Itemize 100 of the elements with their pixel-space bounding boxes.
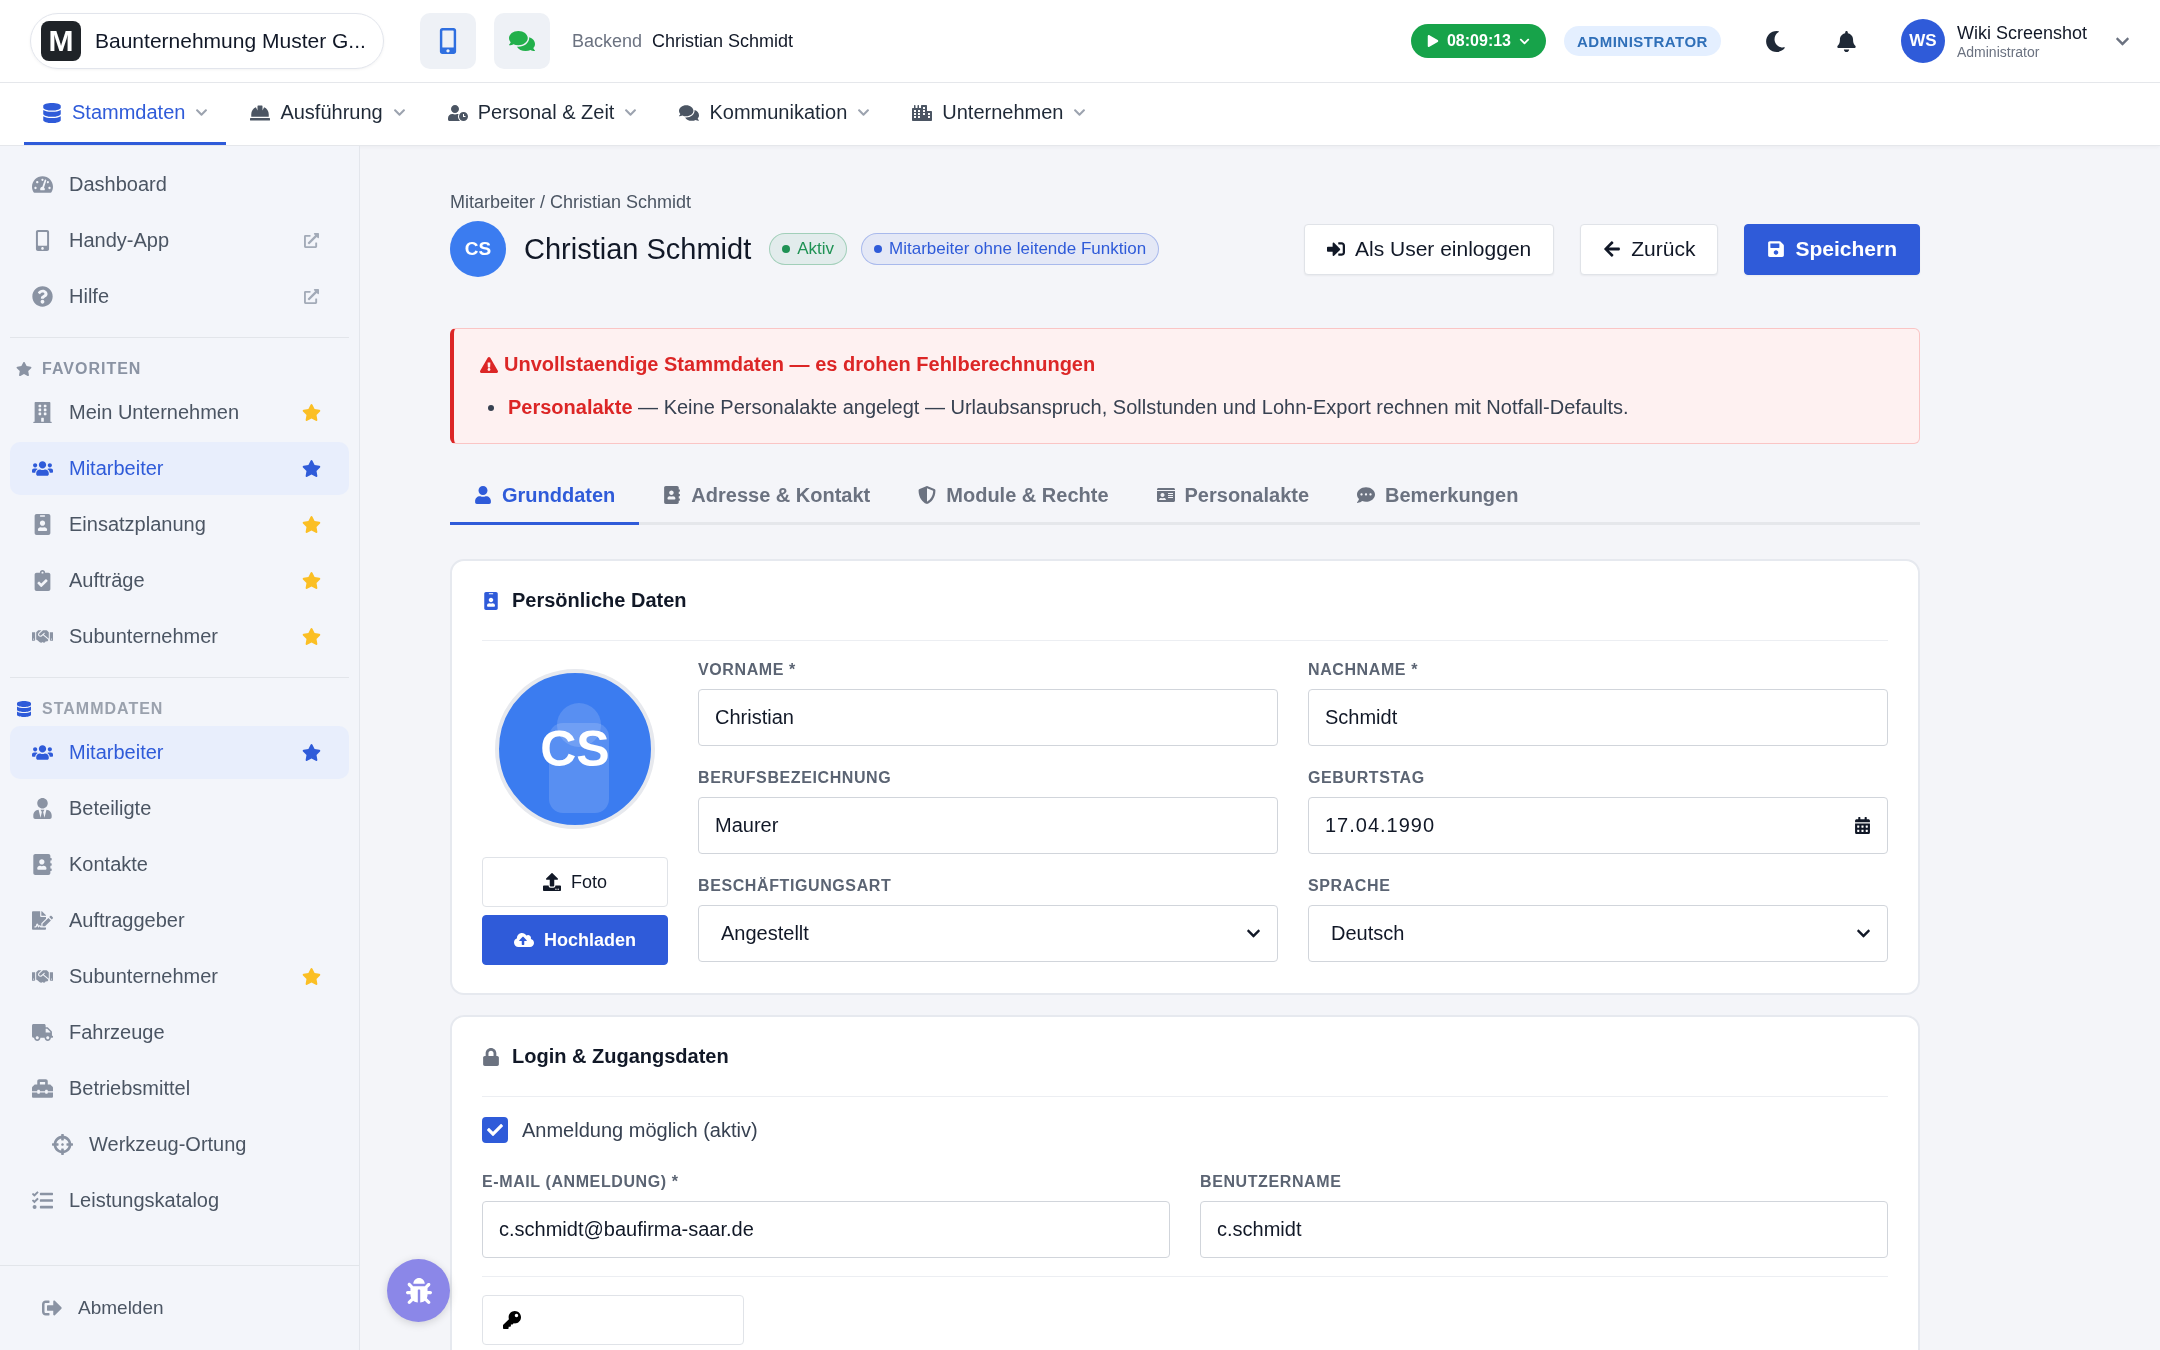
speech-bubble-icon	[1357, 486, 1376, 504]
shield-icon	[918, 486, 937, 504]
nav-tab[interactable]: Unternehmen	[894, 83, 1105, 145]
back-button[interactable]: Zurück	[1580, 223, 1719, 275]
star-icon[interactable]	[302, 459, 321, 478]
user-avatar[interactable]: WS	[1900, 19, 1945, 63]
sidebar-item[interactable]: Handy-App	[10, 214, 349, 267]
sidebar-item[interactable]: Hilfe	[10, 270, 349, 323]
field-label: GEBURTSTAG	[1308, 769, 1426, 787]
sidebar-item[interactable]: Mitarbeiter	[10, 726, 349, 779]
gauge-icon	[32, 174, 53, 195]
field-label: BERUFSBEZEICHNUNG	[698, 769, 893, 787]
chevron-down-icon	[195, 106, 209, 119]
card-title: Persönliche Daten	[512, 589, 687, 612]
chevron-down-icon	[624, 106, 638, 119]
star-icon[interactable]	[302, 403, 321, 422]
star-icon	[16, 361, 32, 377]
sidebar-item[interactable]: Subunternehmer	[10, 950, 349, 1003]
save-icon	[1767, 240, 1786, 258]
check-icon	[487, 1122, 503, 1138]
bug-report-button[interactable]	[387, 1259, 450, 1322]
users-icon	[32, 742, 53, 763]
input-field[interactable]: c.schmidt	[1200, 1201, 1888, 1258]
chat-button[interactable]	[494, 13, 550, 69]
sidebar-item[interactable]: Mein Unternehmen	[10, 386, 349, 439]
alert-message: Personalakte — Keine Personalakte angelegt — Urlaubsanspruch, Sollstunden und Lohn-Export rechnen mit Notfall-Defaults.	[508, 396, 1629, 419]
status-badge: Mitarbeiter ohne leitende Funktion	[861, 233, 1160, 265]
star-icon[interactable]	[302, 743, 321, 762]
input-field[interactable]: c.schmidt@baufirma-saar.de	[482, 1201, 1170, 1258]
checkbox[interactable]	[482, 1117, 508, 1143]
cloud-upload-icon	[514, 930, 534, 950]
sidebar-item[interactable]: Subunternehmer	[10, 610, 349, 663]
input-field[interactable]: Schmidt	[1308, 689, 1888, 746]
chevron-down-icon	[857, 106, 871, 119]
login-as-user-button[interactable]: Als User einloggen	[1304, 223, 1555, 275]
upload-button[interactable]: Hochladen	[482, 915, 668, 965]
mobile-app-button[interactable]	[420, 13, 476, 69]
tab[interactable]: Personalakte	[1132, 468, 1334, 525]
help-icon	[32, 286, 53, 307]
toolbox-icon	[32, 1078, 53, 1099]
database-icon	[42, 102, 62, 123]
save-button[interactable]: Speichern	[1744, 223, 1920, 275]
tab[interactable]: Module & Rechte	[894, 468, 1133, 525]
nav-tab[interactable]: Kommunikation	[661, 83, 889, 145]
field-label: VORNAME *	[698, 661, 797, 679]
tab[interactable]: Grunddaten	[450, 468, 640, 525]
sidebar-item[interactable]: Kontakte	[10, 838, 349, 891]
sidebar-item[interactable]: Beteiligte	[10, 782, 349, 835]
tab[interactable]: Bemerkungen	[1333, 468, 1543, 525]
sidebar-item[interactable]: Einsatzplanung	[10, 498, 349, 551]
photo-button[interactable]: Foto	[482, 857, 668, 907]
field-label: E-MAIL (ANMELDUNG) *	[482, 1173, 680, 1191]
select-field[interactable]: Angestellt	[698, 905, 1278, 962]
input-field[interactable]: Maurer	[698, 797, 1278, 854]
sidebar-item[interactable]: Betriebsmittel	[10, 1062, 349, 1115]
date-field[interactable]: 17.04.1990	[1308, 797, 1888, 854]
buildings-icon	[912, 102, 933, 123]
logo: M	[41, 21, 81, 61]
contact-card-icon	[32, 854, 53, 875]
sidebar-item[interactable]: Werkzeug-Ortung	[10, 1118, 349, 1171]
bullet	[488, 404, 494, 411]
breadcrumb: Mitarbeiter / Christian Schmidt	[450, 192, 693, 213]
sidebar-item[interactable]: Dashboard	[10, 158, 349, 211]
sidebar-item[interactable]: Auftraggeber	[10, 894, 349, 947]
star-icon[interactable]	[302, 571, 321, 590]
field-label: NACHNAME *	[1308, 661, 1419, 679]
chevron-down-icon	[392, 106, 406, 119]
star-icon[interactable]	[302, 515, 321, 534]
warning-icon	[480, 355, 498, 374]
user-name: Wiki Screenshot	[1956, 22, 2087, 44]
bug-icon	[405, 1277, 432, 1304]
sign-out-icon	[42, 1298, 62, 1318]
logout-link[interactable]: Abmelden	[42, 1297, 164, 1319]
nav-tab[interactable]: Ausführung	[232, 83, 424, 145]
chat-icon	[509, 28, 535, 54]
sidebar-item[interactable]: Fahrzeuge	[10, 1006, 349, 1059]
calendar-icon[interactable]	[1854, 817, 1871, 834]
sign-in-icon	[1327, 240, 1345, 258]
sidebar-item[interactable]: Leistungskatalog	[10, 1174, 349, 1227]
star-icon[interactable]	[302, 627, 321, 646]
status-badge: Aktiv	[769, 233, 848, 265]
database-icon	[16, 701, 32, 717]
sidebar-item[interactable]: Mitarbeiter	[10, 442, 349, 495]
building-icon	[32, 402, 53, 423]
star-icon[interactable]	[302, 967, 321, 986]
section-heading: STAMMDATEN	[42, 700, 164, 718]
nav-tab[interactable]: Personal & Zeit	[429, 83, 656, 145]
badge-icon	[32, 514, 53, 535]
alert-title: Unvollstaendige Stammdaten — es drohen Fehlberechnungen	[480, 353, 1891, 376]
tab[interactable]: Adresse & Kontakt	[639, 468, 895, 525]
employee-avatar: CS	[450, 221, 506, 277]
sidebar-item[interactable]: Aufträge	[10, 554, 349, 607]
clipboard-check-icon	[32, 570, 53, 591]
crosshair-icon	[52, 1134, 73, 1155]
field-label: BENUTZERNAME	[1200, 1173, 1343, 1191]
select-field[interactable]: Deutsch	[1308, 905, 1888, 962]
bell-icon	[1835, 30, 1857, 52]
id-card-icon	[1156, 486, 1175, 504]
input-field[interactable]: Christian	[698, 689, 1278, 746]
chevron-down-icon	[1073, 106, 1087, 119]
